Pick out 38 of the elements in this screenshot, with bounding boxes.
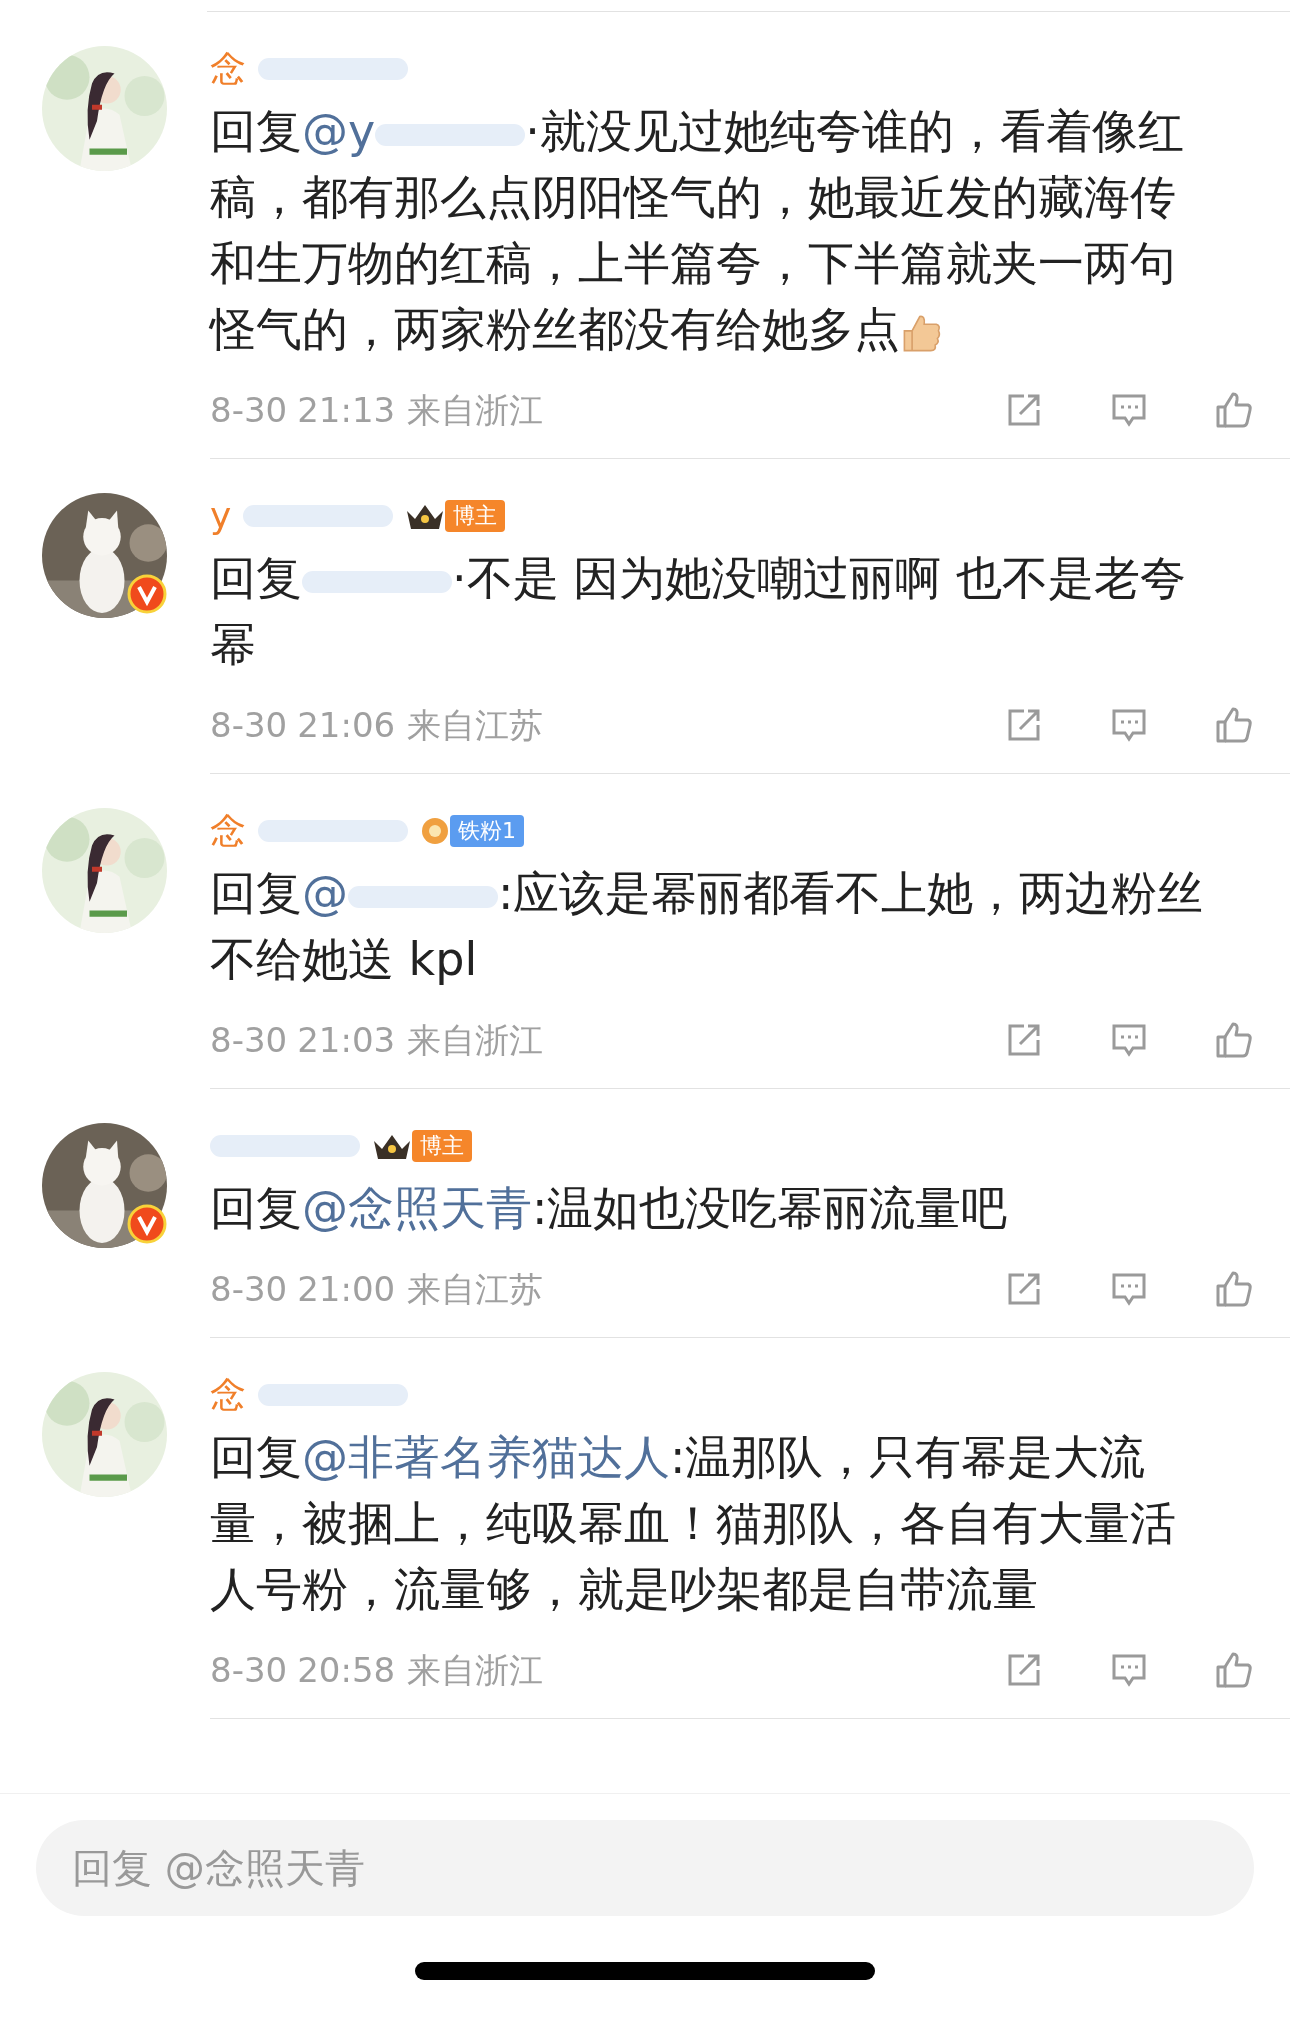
comment-location: 来自江苏 <box>407 703 544 747</box>
like-icon[interactable] <box>1214 705 1254 745</box>
mention-link[interactable]: @非著名养猫达人 <box>302 1430 670 1484</box>
comment-date: 8-30 <box>210 1267 288 1311</box>
comment-text: 回复@念照天青:温如也没吃幂丽流量吧 <box>210 1180 1009 1237</box>
comment-location: 来自江苏 <box>407 1267 544 1311</box>
user-name[interactable]: y <box>210 493 232 539</box>
comment-date: 8-30 <box>210 703 288 747</box>
comment-location: 来自浙江 <box>407 1018 544 1062</box>
like-icon[interactable] <box>1214 390 1254 430</box>
comment-time: 20:58 <box>297 1648 396 1692</box>
user-name[interactable]: 念 <box>210 46 246 92</box>
mention-link[interactable]: @ <box>302 866 348 920</box>
comment-location: 来自浙江 <box>407 1648 544 1692</box>
user-badge: 铁粉1 <box>450 815 524 847</box>
comment-text: 回复@y ·就没见过她纯夸谁的，看着像红稿，都有那么点阴阳怪气的，她最近发的藏海传和生万物的红稿，上半篇夸，下半篇就夹一两句怪气的，两家粉丝都没有给她多点 <box>210 103 1185 358</box>
like-icon[interactable] <box>1214 1269 1254 1309</box>
user-name[interactable]: 念 <box>210 808 246 854</box>
comment-date: 8-30 <box>210 1648 288 1692</box>
comment-location: 来自浙江 <box>407 388 544 432</box>
fan-level-icon <box>420 816 450 846</box>
comment-time: 21:00 <box>297 1267 396 1311</box>
user-badge: 博主 <box>445 500 506 532</box>
user-badge: 博主 <box>412 1130 472 1162</box>
like-icon[interactable] <box>1214 1650 1254 1690</box>
mention-link[interactable]: @念照天青 <box>302 1181 532 1235</box>
comment-text: 回复@ :应该是幂丽都看不上她，两边粉丝不给她送 kpl <box>210 865 1205 988</box>
reply-field[interactable]: 回复 @念照天青 <box>36 1820 1254 1916</box>
comment-time: 21:06 <box>297 703 396 747</box>
comment-date: 8-30 <box>210 388 288 432</box>
comment-date: 8-30 <box>210 1018 288 1062</box>
comment-text: 回复@非著名养猫达人:温那队，只有幂是大流量，被捆上，纯吸幂血！猫那队，各自有大量活人号粉，流量够，就是吵架都是自带流量 <box>210 1429 1177 1618</box>
comment-text: 回复 ·不是 因为她没嘲过丽啊 也不是老夸幂 <box>210 550 1187 673</box>
user-name[interactable]: 念 <box>210 1372 246 1418</box>
comment-time: 21:13 <box>297 388 396 432</box>
like-icon[interactable] <box>1214 1020 1254 1060</box>
comment-time: 21:03 <box>297 1018 396 1062</box>
mention-link[interactable]: @y <box>302 104 376 158</box>
